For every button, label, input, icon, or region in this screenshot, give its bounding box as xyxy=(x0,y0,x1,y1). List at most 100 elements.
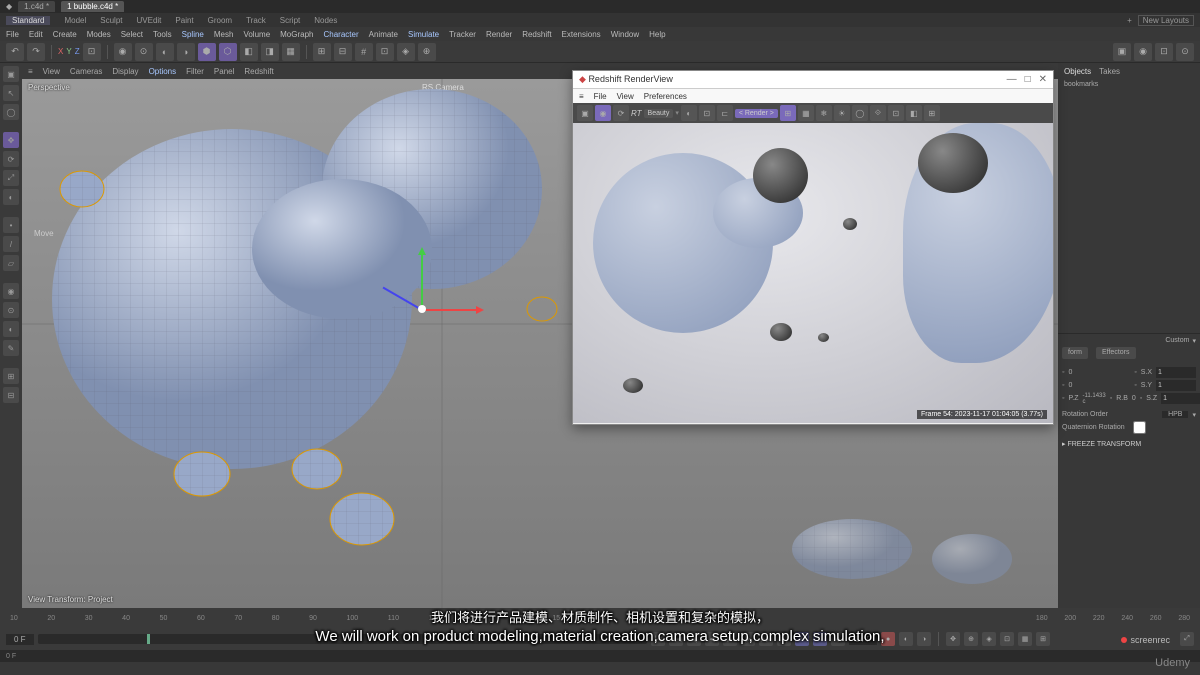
render-btn-1[interactable]: ▣ xyxy=(1113,43,1131,61)
brush-tool[interactable]: ✎ xyxy=(3,340,19,356)
tab-takes[interactable]: Takes xyxy=(1099,67,1120,76)
hamburger-icon[interactable]: ≡ xyxy=(579,92,584,101)
rv-beauty-dropdown[interactable]: Beauty xyxy=(644,109,674,118)
sx-input[interactable] xyxy=(1156,367,1196,378)
tl-btn-e[interactable]: ◈ xyxy=(982,632,996,646)
menu-spline[interactable]: Spline xyxy=(182,30,204,39)
rv-render-dropdown[interactable]: < Render > xyxy=(735,109,778,118)
cursor-tool[interactable]: ↖ xyxy=(3,85,19,101)
lasso-tool[interactable]: ◯ xyxy=(3,104,19,120)
rotate-tool[interactable]: ⟳ xyxy=(3,151,19,167)
new-layouts-button[interactable]: New Layouts xyxy=(1138,15,1194,26)
menu-render[interactable]: Render xyxy=(486,30,512,39)
tool-14[interactable]: ◈ xyxy=(397,43,415,61)
rv-menu-preferences[interactable]: Preferences xyxy=(644,92,687,101)
tool-11[interactable]: ⊟ xyxy=(334,43,352,61)
layout-nodes[interactable]: Nodes xyxy=(314,16,337,25)
tool-5[interactable]: ⬢ xyxy=(198,43,216,61)
rv-menu-view[interactable]: View xyxy=(617,92,634,101)
expand-icon[interactable]: ▸ xyxy=(1062,441,1066,448)
quaternion-checkbox[interactable] xyxy=(1133,421,1146,434)
layout-uvedit[interactable]: UVEdit xyxy=(137,16,162,25)
expand-timeline-button[interactable]: ⤢ xyxy=(1180,632,1194,646)
sz-input[interactable] xyxy=(1161,393,1200,404)
menu-window[interactable]: Window xyxy=(611,30,639,39)
tool-2[interactable]: ⊙ xyxy=(135,43,153,61)
renderview-window[interactable]: ◆ Redshift RenderView — □ ✕ ≡ File View … xyxy=(572,70,1054,425)
tool-7[interactable]: ◧ xyxy=(240,43,258,61)
tool-8[interactable]: ◨ xyxy=(261,43,279,61)
rv-rt-button[interactable]: ⟳ xyxy=(613,105,629,121)
tool-1[interactable]: ◉ xyxy=(114,43,132,61)
menu-extensions[interactable]: Extensions xyxy=(562,30,601,39)
tl-btn-a[interactable]: ◐ xyxy=(899,632,913,646)
menu-redshift[interactable]: Redshift xyxy=(522,30,551,39)
plus-icon[interactable]: + xyxy=(1127,16,1132,25)
tool-9[interactable]: ▦ xyxy=(282,43,300,61)
vp-redshift[interactable]: Redshift xyxy=(244,67,273,76)
menu-character[interactable]: Character xyxy=(324,30,359,39)
vp-cameras[interactable]: Cameras xyxy=(70,67,102,76)
maximize-icon[interactable]: □ xyxy=(1025,74,1031,85)
tl-btn-b[interactable]: ◑ xyxy=(917,632,931,646)
layout-sculpt[interactable]: Sculpt xyxy=(100,16,122,25)
rv-tool-3[interactable]: ◐ xyxy=(681,105,697,121)
menu-mesh[interactable]: Mesh xyxy=(214,30,234,39)
freeze-transform-label[interactable]: FREEZE TRANSFORM xyxy=(1067,441,1141,448)
rv-tool-4[interactable]: ⊡ xyxy=(699,105,715,121)
vp-panel[interactable]: Panel xyxy=(214,67,234,76)
tool-15[interactable]: ⊕ xyxy=(418,43,436,61)
layout-model[interactable]: Model xyxy=(64,16,86,25)
close-icon[interactable]: ✕ xyxy=(1039,74,1047,85)
layout-track[interactable]: Track xyxy=(246,16,266,25)
menu-modes[interactable]: Modes xyxy=(87,30,111,39)
tool-f[interactable]: ⊟ xyxy=(3,387,19,403)
rv-snowflake-tool[interactable]: ❄ xyxy=(816,105,832,121)
rv-crop-tool[interactable]: ⊏ xyxy=(717,105,733,121)
vp-display[interactable]: Display xyxy=(112,67,138,76)
axis-x-label[interactable]: X xyxy=(58,47,63,56)
tool-e[interactable]: ⊞ xyxy=(3,368,19,384)
menu-tracker[interactable]: Tracker xyxy=(449,30,476,39)
rv-tool-6[interactable]: ◯ xyxy=(852,105,868,121)
scale-tool[interactable]: ⤢ xyxy=(3,170,19,186)
tool-12[interactable]: # xyxy=(355,43,373,61)
tool-10[interactable]: ⊞ xyxy=(313,43,331,61)
form-tab-btn[interactable]: form xyxy=(1062,347,1088,359)
minimize-icon[interactable]: — xyxy=(1007,74,1017,85)
tool-c[interactable]: ⊙ xyxy=(3,302,19,318)
menu-simulate[interactable]: Simulate xyxy=(408,30,439,39)
rv-tool-7[interactable]: ⟐ xyxy=(870,105,886,121)
renderview-titlebar[interactable]: ◆ Redshift RenderView — □ ✕ xyxy=(573,71,1053,89)
layout-paint[interactable]: Paint xyxy=(175,16,193,25)
vp-options[interactable]: Options xyxy=(149,67,177,76)
menu-edit[interactable]: Edit xyxy=(29,30,43,39)
redo-button[interactable]: ↷ xyxy=(27,43,45,61)
rv-tool-9[interactable]: ◧ xyxy=(906,105,922,121)
tool-b[interactable]: ◉ xyxy=(3,283,19,299)
layout-standard[interactable]: Standard xyxy=(6,16,50,25)
tl-btn-d[interactable]: ⊕ xyxy=(964,632,978,646)
axis-z-label[interactable]: Z xyxy=(75,47,80,56)
render-btn-4[interactable]: ⊙ xyxy=(1176,43,1194,61)
menu-create[interactable]: Create xyxy=(53,30,77,39)
tab-objects[interactable]: Objects xyxy=(1064,67,1091,76)
tool-3[interactable]: ◐ xyxy=(156,43,174,61)
tool-4[interactable]: ◑ xyxy=(177,43,195,61)
file-tab-active[interactable]: 1 bubble.c4d * xyxy=(61,1,124,12)
menu-animate[interactable]: Animate xyxy=(369,30,398,39)
tool-6[interactable]: ⬡ xyxy=(219,43,237,61)
rv-menu-file[interactable]: File xyxy=(594,92,607,101)
point-mode[interactable]: • xyxy=(3,217,19,233)
menu-mograph[interactable]: MoGraph xyxy=(280,30,313,39)
edge-mode[interactable]: / xyxy=(3,236,19,252)
rv-tool-2[interactable]: ◉ xyxy=(595,105,611,121)
layout-script[interactable]: Script xyxy=(280,16,300,25)
transform-gizmo[interactable] xyxy=(422,309,423,310)
rv-grid-tool[interactable]: ▦ xyxy=(798,105,814,121)
tl-btn-c[interactable]: ✥ xyxy=(946,632,960,646)
sy-input[interactable] xyxy=(1156,380,1196,391)
axis-lock-button[interactable]: ⊡ xyxy=(83,43,101,61)
tl-btn-h[interactable]: ⊞ xyxy=(1036,632,1050,646)
undo-button[interactable]: ↶ xyxy=(6,43,24,61)
